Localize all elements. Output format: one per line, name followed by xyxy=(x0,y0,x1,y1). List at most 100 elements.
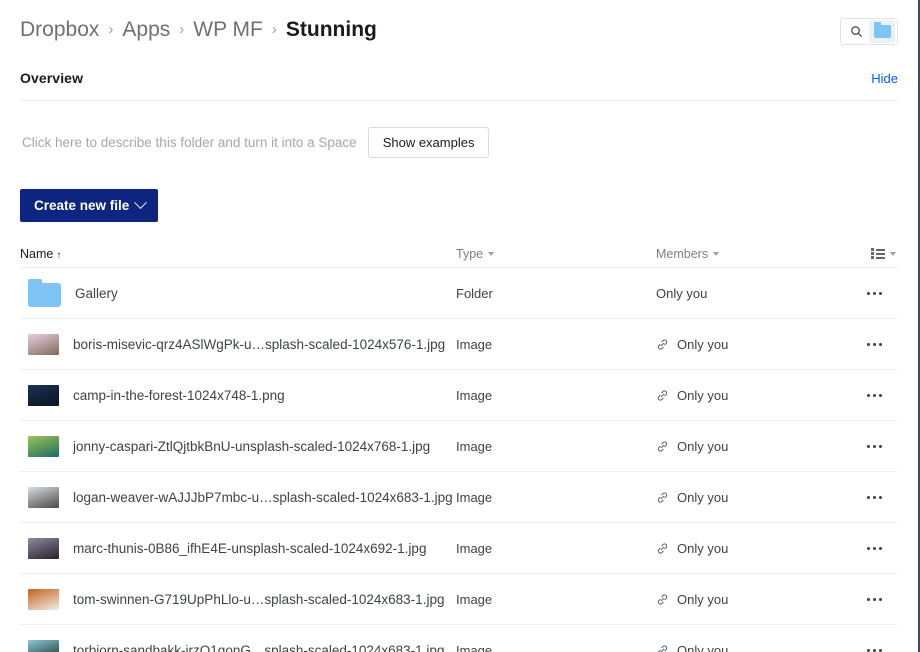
shared-link-icon xyxy=(656,389,669,402)
breadcrumb-item-apps[interactable]: Apps xyxy=(122,16,170,44)
shared-link-icon xyxy=(656,593,669,606)
list-view-glyph xyxy=(871,248,885,259)
search-icon[interactable] xyxy=(843,20,869,43)
folder-icon xyxy=(28,283,61,307)
cell-name: logan-weaver-wAJJJbP7mbc-u…splash-scaled… xyxy=(20,487,456,508)
file-table: Name↑ Type Members GalleryFolderOnly you… xyxy=(0,240,918,652)
cell-type: Image xyxy=(456,388,656,403)
column-header-members-label: Members xyxy=(656,247,708,261)
overflow-menu-icon[interactable] xyxy=(862,439,887,454)
file-name[interactable]: boris-misevic-qrz4ASlWgPk-u…splash-scale… xyxy=(73,337,445,352)
table-row[interactable]: marc-thunis-0B86_ifhE4E-unsplash-scaled-… xyxy=(20,523,898,574)
file-name[interactable]: torbjorn-sandbakk-irzO1gonG…splash-scale… xyxy=(73,643,444,652)
cell-actions xyxy=(850,643,898,652)
overflow-menu-icon[interactable] xyxy=(862,337,887,352)
cell-type: Image xyxy=(456,490,656,505)
file-thumbnail xyxy=(28,487,59,508)
cell-actions xyxy=(850,541,898,556)
shared-link-icon xyxy=(656,491,669,504)
file-name[interactable]: Gallery xyxy=(75,286,118,301)
cell-members: Only you xyxy=(656,388,850,403)
hide-overview-link[interactable]: Hide xyxy=(871,71,898,86)
breadcrumb-item-dropbox[interactable]: Dropbox xyxy=(20,16,99,44)
column-header-name-label: Name xyxy=(20,247,53,261)
folder-glyph xyxy=(874,25,891,38)
describe-folder-input[interactable]: Click here to describe this folder and t… xyxy=(22,135,357,150)
folder-icon[interactable] xyxy=(869,20,895,43)
cell-type: Image xyxy=(456,541,656,556)
file-name[interactable]: marc-thunis-0B86_ifhE4E-unsplash-scaled-… xyxy=(73,541,426,556)
column-header-view xyxy=(850,246,898,261)
file-thumbnail xyxy=(28,334,59,355)
members-label: Only you xyxy=(677,337,728,352)
column-header-name[interactable]: Name↑ xyxy=(20,247,456,261)
file-thumbnail xyxy=(28,589,59,610)
cell-type: Image xyxy=(456,337,656,352)
show-examples-button[interactable]: Show examples xyxy=(368,127,490,158)
members-label: Only you xyxy=(677,541,728,556)
cell-name: Gallery xyxy=(20,280,456,307)
file-name[interactable]: jonny-caspari-ZtlQjtbkBnU-unsplash-scale… xyxy=(73,439,430,454)
table-row[interactable]: jonny-caspari-ZtlQjtbkBnU-unsplash-scale… xyxy=(20,421,898,472)
file-name[interactable]: camp-in-the-forest-1024x748-1.png xyxy=(73,388,285,403)
breadcrumb-separator: › xyxy=(179,16,184,44)
cell-type: Folder xyxy=(456,286,656,301)
table-row[interactable]: camp-in-the-forest-1024x748-1.png ImageOn… xyxy=(20,370,898,421)
shared-link-icon xyxy=(656,440,669,453)
cell-name: boris-misevic-qrz4ASlWgPk-u…splash-scale… xyxy=(20,334,456,355)
table-row[interactable]: logan-weaver-wAJJJbP7mbc-u…splash-scaled… xyxy=(20,472,898,523)
overflow-menu-icon[interactable] xyxy=(862,643,887,652)
cell-members: Only you xyxy=(656,643,850,652)
overflow-menu-icon[interactable] xyxy=(862,490,887,505)
column-header-type[interactable]: Type xyxy=(456,247,656,261)
cell-members: Only you xyxy=(656,592,850,607)
table-row[interactable]: torbjorn-sandbakk-irzO1gonG…splash-scale… xyxy=(20,625,898,652)
table-row[interactable]: Gallery FolderOnly you xyxy=(20,268,898,319)
chevron-down-icon xyxy=(713,252,719,256)
create-toolbar: Create new file xyxy=(0,158,918,222)
cell-members: Only you xyxy=(656,286,850,301)
file-thumbnail xyxy=(28,436,59,457)
breadcrumb-separator: › xyxy=(272,16,277,44)
cell-actions xyxy=(850,490,898,505)
members-label: Only you xyxy=(677,643,728,652)
cell-members: Only you xyxy=(656,490,850,505)
cell-name: jonny-caspari-ZtlQjtbkBnU-unsplash-scale… xyxy=(20,436,456,457)
overflow-menu-icon[interactable] xyxy=(862,541,887,556)
file-thumbnail xyxy=(28,538,59,559)
top-actions xyxy=(840,18,898,45)
breadcrumb-item-wp-mf[interactable]: WP MF xyxy=(193,16,263,44)
chevron-down-icon xyxy=(134,196,147,209)
overflow-menu-icon[interactable] xyxy=(862,388,887,403)
cell-type: Image xyxy=(456,439,656,454)
shared-link-icon xyxy=(656,542,669,555)
cell-name: marc-thunis-0B86_ifhE4E-unsplash-scaled-… xyxy=(20,538,456,559)
file-thumbnail xyxy=(28,385,59,406)
cell-actions xyxy=(850,388,898,403)
dropbox-folder-page: Dropbox›Apps›WP MF›Stunning Overview Hid… xyxy=(0,0,920,652)
cell-name: camp-in-the-forest-1024x748-1.png xyxy=(20,385,456,406)
cell-actions xyxy=(850,439,898,454)
top-bar: Dropbox›Apps›WP MF›Stunning xyxy=(0,0,918,58)
overflow-menu-icon[interactable] xyxy=(862,592,887,607)
cell-type: Image xyxy=(456,643,656,652)
file-name[interactable]: logan-weaver-wAJJJbP7mbc-u…splash-scaled… xyxy=(73,490,453,505)
breadcrumb-separator: › xyxy=(108,16,113,44)
table-row[interactable]: boris-misevic-qrz4ASlWgPk-u…splash-scale… xyxy=(20,319,898,370)
table-row[interactable]: tom-swinnen-G719UpPhLlo-u…splash-scaled-… xyxy=(20,574,898,625)
shared-link-icon xyxy=(656,644,669,652)
overview-title: Overview xyxy=(20,70,83,86)
column-header-members[interactable]: Members xyxy=(656,247,850,261)
create-new-file-label: Create new file xyxy=(34,198,129,213)
chevron-down-icon xyxy=(488,252,494,256)
list-view-icon[interactable] xyxy=(869,246,898,261)
overflow-menu-icon[interactable] xyxy=(862,286,887,301)
column-header-type-label: Type xyxy=(456,247,483,261)
create-new-file-button[interactable]: Create new file xyxy=(20,189,158,222)
cell-name: torbjorn-sandbakk-irzO1gonG…splash-scale… xyxy=(20,640,456,652)
overview-section: Overview Hide Click here to describe thi… xyxy=(0,58,918,158)
cell-name: tom-swinnen-G719UpPhLlo-u…splash-scaled-… xyxy=(20,589,456,610)
cell-actions xyxy=(850,286,898,301)
file-name[interactable]: tom-swinnen-G719UpPhLlo-u…splash-scaled-… xyxy=(73,592,444,607)
members-label: Only you xyxy=(677,439,728,454)
